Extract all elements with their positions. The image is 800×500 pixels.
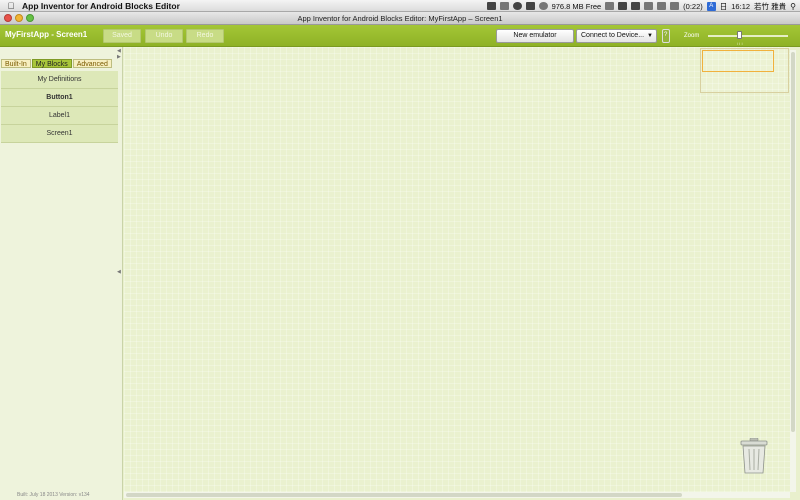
display-icon[interactable] [631, 2, 641, 10]
mail-icon[interactable] [605, 2, 615, 10]
app-menu-name[interactable]: App Inventor for Android Blocks Editor [22, 1, 180, 11]
minimap-viewport[interactable] [702, 50, 774, 72]
memory-icon [538, 2, 548, 10]
zoom-slider-thumb[interactable] [737, 31, 742, 39]
wifi-icon[interactable] [644, 2, 654, 10]
mac-menu-bar:  App Inventor for Android Blocks Editor… [0, 0, 800, 12]
clipboard-icon[interactable] [525, 2, 535, 10]
status-icon[interactable] [512, 2, 522, 10]
phone-status-icon[interactable]: ? [662, 29, 670, 43]
window-close-button[interactable] [4, 14, 12, 22]
drawer-list: My Definitions Button1 Label1 Screen1 [1, 71, 118, 143]
day-text[interactable]: 日 [720, 1, 728, 12]
tab-built-in[interactable]: Built-In [1, 59, 31, 68]
window-minimize-button[interactable] [15, 14, 23, 22]
zoom-slider-track[interactable] [708, 35, 788, 37]
undo-button[interactable]: Undo [145, 29, 183, 43]
new-emulator-button[interactable]: New emulator [496, 29, 574, 43]
battery-icon[interactable] [670, 2, 680, 10]
apple-menu-icon[interactable]:  [0, 1, 22, 11]
saved-button[interactable]: Saved [103, 29, 141, 43]
input-method-icon[interactable]: A [706, 1, 716, 11]
window-title: App Inventor for Android Blocks Editor: … [297, 14, 503, 23]
horizontal-scrollbar-thumb[interactable] [126, 493, 682, 497]
drawer-item-screen1[interactable]: Screen1 [1, 125, 118, 143]
vertical-scrollbar-thumb[interactable] [791, 52, 795, 432]
battery-time-text[interactable]: (0:22) [683, 2, 703, 11]
drawer-item-button1[interactable]: Button1 [1, 89, 118, 107]
sync-icon[interactable] [486, 2, 496, 10]
redo-button[interactable]: Redo [186, 29, 224, 43]
tab-my-blocks[interactable]: My Blocks [31, 59, 72, 68]
memory-free-text[interactable]: 976.8 MB Free [552, 2, 602, 11]
blocks-drawer-panel: ◀ ▶ Built-In My Blocks Advanced My Defin… [0, 47, 123, 500]
splitter-handle-icon[interactable]: ◀ [117, 269, 121, 275]
tab-advanced[interactable]: Advanced [72, 59, 112, 68]
build-info: Built: July 18 2013 Version: v134 [17, 492, 90, 498]
menu-extras: 976.8 MB Free (0:22) A 日 16:12 若竹 雅貴 ⚲ [486, 0, 800, 12]
time-machine-icon[interactable] [657, 2, 667, 10]
blocks-toolbar: MyFirstApp - Screen1 Saved Undo Redo New… [0, 25, 800, 47]
connect-device-label: Connect to Device... [581, 32, 645, 39]
zoom-slider-ticks: ╷╷╷ [736, 40, 744, 45]
trash-can-icon[interactable] [740, 438, 768, 474]
chat-icon[interactable] [499, 2, 509, 10]
zoom-label: Zoom [684, 33, 700, 39]
expand-right-icon[interactable]: ▶ [117, 54, 121, 60]
chevron-down-icon: ▼ [647, 33, 653, 39]
window-zoom-button[interactable] [26, 14, 34, 22]
clock-text[interactable]: 16:12 [731, 2, 750, 11]
drawer-item-my-definitions[interactable]: My Definitions [1, 71, 118, 89]
window-title-bar: App Inventor for Android Blocks Editor: … [0, 12, 800, 25]
drawer-item-label1[interactable]: Label1 [1, 107, 118, 125]
drawer-tabs: Built-In My Blocks Advanced [1, 59, 113, 68]
volume-icon[interactable] [618, 2, 628, 10]
blocks-workspace[interactable] [124, 47, 790, 492]
user-name-text[interactable]: 若竹 雅貴 [754, 1, 786, 12]
project-title: MyFirstApp - Screen1 [5, 30, 88, 39]
connect-device-dropdown[interactable]: Connect to Device... ▼ [576, 29, 657, 43]
spotlight-search-icon[interactable]: ⚲ [790, 2, 796, 11]
